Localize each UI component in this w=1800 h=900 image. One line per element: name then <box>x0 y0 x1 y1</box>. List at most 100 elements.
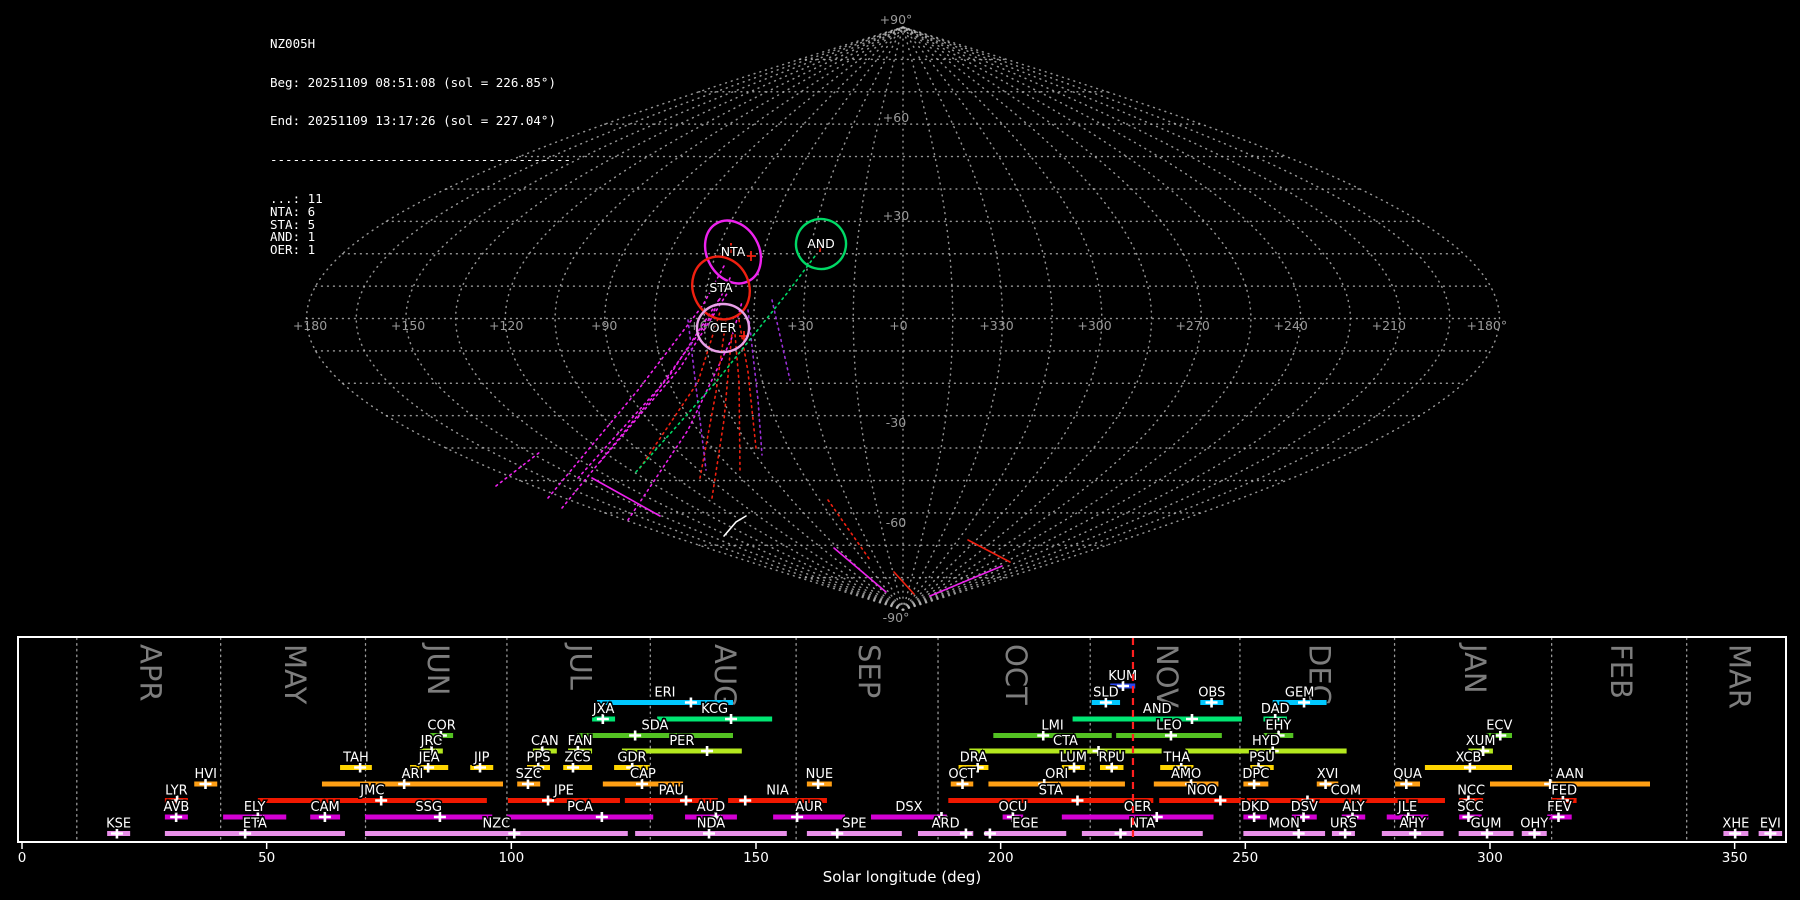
shower-label-XVI: XVI <box>1317 767 1339 782</box>
shower-label-NOO: NOO <box>1187 784 1217 799</box>
shower-count-row: ...: 11 <box>270 190 323 206</box>
map-longitude-label: +270 <box>1175 318 1209 333</box>
shower-bar-MON <box>1243 831 1326 836</box>
shower-bar-ETA <box>164 831 345 836</box>
shower-label-SLD: SLD <box>1093 686 1119 701</box>
map-longitude-label: +240 <box>1274 318 1308 333</box>
shower-label-AUD: AUD <box>697 800 725 815</box>
map-latitude-label: +30 <box>883 208 909 223</box>
month-label-JUL: JUL <box>564 642 598 690</box>
shower-label-AAN: AAN <box>1556 767 1584 782</box>
shower-label-OER: OER <box>1124 800 1151 815</box>
radiant-label-STA: STA <box>709 280 733 295</box>
shower-label-HVI: HVI <box>194 767 217 782</box>
shower-peak-marker-SDA <box>629 730 642 741</box>
month-label-JAN: JAN <box>1458 642 1492 694</box>
shower-bar-SSG <box>365 814 493 820</box>
shower-label-AMO: AMO <box>1171 767 1201 782</box>
shower-bar-STA <box>948 798 1154 803</box>
shower-label-PAU: PAU <box>659 784 684 799</box>
shower-bar-SDA <box>576 733 733 738</box>
shower-label-LUM: LUM <box>1060 751 1087 766</box>
shower-label-JRC: JRC <box>420 734 442 749</box>
x-axis-tick-label: 250 <box>1232 850 1258 866</box>
meteor-trail <box>967 539 1011 563</box>
begin-time-line: Beg: 20251109 08:51:08 (sol = 226.85°) <box>270 74 556 90</box>
shower-label-AHY: AHY <box>1399 817 1426 832</box>
shower-label-PSU: PSU <box>1249 751 1275 766</box>
shower-label-TAH: TAH <box>342 751 369 766</box>
meteor-trail <box>771 299 791 381</box>
x-axis-tick-label: 300 <box>1477 850 1503 866</box>
x-axis-tick-label: 100 <box>498 850 524 866</box>
shower-count-list: ...: 11 NTA: 6 STA: 5 AND: 1 OER: 1 <box>270 190 571 258</box>
shower-bar-PCA <box>506 814 654 820</box>
shower-peak-marker-AND <box>1185 714 1198 724</box>
month-label-SEP: SEP <box>852 644 886 698</box>
shower-label-ETA: ETA <box>243 817 267 832</box>
month-label-OCT: OCT <box>999 644 1033 705</box>
shower-label-PER: PER <box>669 734 694 749</box>
shower-label-JPE: JPE <box>553 784 574 799</box>
station-id: NZ005H <box>270 35 316 51</box>
shower-label-GUM: GUM <box>1471 817 1502 832</box>
shower-peak-marker-NTA <box>1114 828 1127 839</box>
radiant-label-AND: AND <box>807 236 835 251</box>
shower-label-CAM: CAM <box>311 800 340 815</box>
shower-peak-marker-PCA <box>595 812 608 822</box>
shower-label-ORI: ORI <box>1045 767 1068 782</box>
shower-label-DSV: DSV <box>1291 800 1318 815</box>
shower-label-AUR: AUR <box>795 800 822 815</box>
shower-label-RPU: RPU <box>1099 751 1125 766</box>
shower-peak-marker-ARD <box>959 828 972 839</box>
shower-label-MON: MON <box>1269 817 1300 832</box>
shower-label-OCT: OCT <box>948 767 975 782</box>
shower-peak-marker-STA <box>1071 795 1084 806</box>
shower-label-NIA: NIA <box>766 784 789 799</box>
shower-label-CAP: CAP <box>630 767 656 782</box>
shower-count-row: OER: 1 <box>270 242 316 258</box>
shower-count-row: STA: 5 <box>270 216 316 232</box>
map-longitude-label: +30 <box>787 318 813 333</box>
shower-label-LEO: LEO <box>1156 719 1182 734</box>
map-longitude-label: +210 <box>1372 318 1406 333</box>
meteor-trail <box>738 319 757 449</box>
shower-label-GEM: GEM <box>1285 686 1315 701</box>
shower-label-EVI: EVI <box>1760 817 1781 832</box>
map-latitude-label: -30 <box>886 415 906 430</box>
meteor-trail <box>495 451 541 487</box>
shower-peak-marker-EGE <box>983 828 996 839</box>
shower-label-ERI: ERI <box>654 686 675 701</box>
shower-label-KSE: KSE <box>106 817 131 832</box>
map-longitude-label: +180 <box>293 318 327 333</box>
shower-label-JEA: JEA <box>418 751 440 766</box>
shower-label-SSG: SSG <box>415 800 442 815</box>
radiant-label-OER: OER <box>710 320 737 335</box>
map-latitude-label: -60 <box>886 515 906 530</box>
info-panel: NZ005H Beg: 20251109 08:51:08 (sol = 226… <box>270 12 571 270</box>
shower-label-LYR: LYR <box>165 784 188 799</box>
x-axis-tick-label: 200 <box>988 850 1014 866</box>
month-label-AUG: AUG <box>708 644 742 708</box>
shower-label-COM: COM <box>1331 784 1362 799</box>
shower-label-NZC: NZC <box>483 817 511 832</box>
x-axis-tick-label: 350 <box>1722 850 1748 866</box>
shower-label-DKD: DKD <box>1241 800 1270 815</box>
shower-label-FEV: FEV <box>1547 800 1572 815</box>
shower-label-GDR: GDR <box>617 751 646 766</box>
end-time-line: End: 20251109 13:17:26 (sol = 227.04°) <box>270 113 556 129</box>
shower-bar-AUR <box>773 814 846 820</box>
shower-label-DAD: DAD <box>1261 702 1290 717</box>
meteor-trail <box>591 477 661 517</box>
shower-label-COR: COR <box>427 719 455 734</box>
shower-bar-EGE <box>984 831 1067 836</box>
shower-label-XUM: XUM <box>1466 734 1496 749</box>
shower-label-CTA: CTA <box>1053 734 1078 749</box>
x-axis-tick-label: 150 <box>743 850 769 866</box>
shower-label-SCC: SCC <box>1457 800 1483 815</box>
shower-label-QUA: QUA <box>1393 767 1422 782</box>
shower-count-row: NTA: 6 <box>270 203 316 219</box>
shower-label-ECV: ECV <box>1486 719 1512 734</box>
meteor-trail <box>833 547 887 593</box>
shower-bar-NTA <box>1081 831 1203 836</box>
